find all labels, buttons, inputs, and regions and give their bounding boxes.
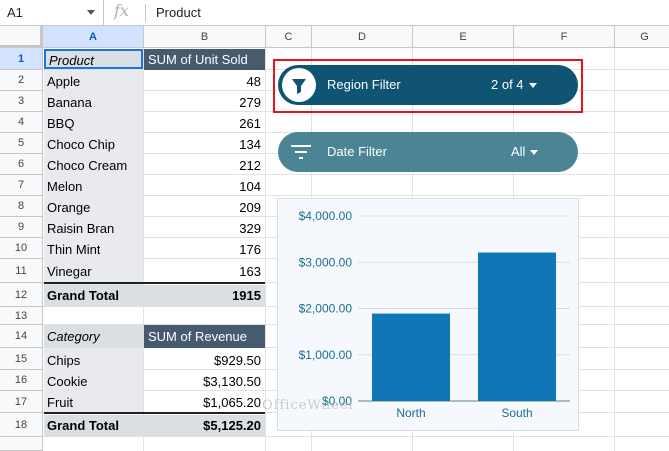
row-header-7[interactable]: 7	[0, 175, 43, 196]
pivot2-row-label[interactable]: Fruit	[47, 395, 73, 410]
pivot2-total-value[interactable]: $5,125.20	[144, 418, 261, 433]
select-all-corner[interactable]	[0, 26, 43, 48]
row-header-19[interactable]	[0, 437, 43, 451]
bar-south[interactable]	[478, 252, 556, 401]
revenue-chart[interactable]: $0.00 $1,000.00 $2,000.00 $3,000.00 $4,000.0…	[277, 198, 579, 431]
row-header-3[interactable]: 3	[0, 91, 43, 112]
pivot1-row-label[interactable]: Choco Cream	[47, 158, 127, 173]
pivot2-header-sum[interactable]: SUM of Revenue	[144, 325, 265, 348]
pivot2-total-label[interactable]: Grand Total	[47, 418, 119, 433]
column-header-a[interactable]: A	[43, 26, 144, 48]
spreadsheet-window: A1 fx Product A B C D E F G 1 2 3 4 5 6 …	[0, 0, 669, 451]
row-header-11[interactable]: 11	[0, 259, 43, 283]
pivot1-row-value[interactable]: 163	[144, 264, 261, 279]
pivot1-row-label[interactable]: Banana	[47, 95, 92, 110]
pivot1-row-label[interactable]: Orange	[47, 200, 90, 215]
row-header-2[interactable]: 2	[0, 70, 43, 91]
row-header-13[interactable]: 13	[0, 307, 43, 325]
row-header-5[interactable]: 5	[0, 133, 43, 154]
column-header-g[interactable]: G	[615, 26, 669, 48]
pivot1-row-value[interactable]: 212	[144, 158, 261, 173]
grid-line	[43, 436, 669, 437]
row-header-14[interactable]: 14	[0, 325, 43, 348]
pivot1-header-sum[interactable]: SUM of Unit Sold	[144, 49, 265, 70]
chevron-down-icon[interactable]	[87, 10, 95, 15]
pivot1-total-rule	[44, 282, 265, 284]
date-filter-value-text: All	[511, 144, 526, 159]
row-header-10[interactable]: 10	[0, 238, 43, 259]
pivot1-row-value[interactable]: 134	[144, 137, 261, 152]
pivot1-row-label[interactable]: Raisin Bran	[47, 221, 114, 236]
pivot1-total-value[interactable]: 1915	[144, 288, 261, 303]
column-header-b[interactable]: B	[144, 26, 266, 48]
formula-input[interactable]: Product	[156, 5, 201, 20]
pivot2-row-value[interactable]: $3,130.50	[144, 374, 261, 389]
pivot2-total-rule	[44, 412, 265, 414]
y-tick-label: $1,000.00	[299, 348, 353, 362]
pivot1-row-label[interactable]: Apple	[47, 74, 80, 89]
formula-separator	[145, 4, 146, 22]
column-header-c[interactable]: C	[266, 26, 312, 48]
formula-bar: A1 fx Product	[0, 0, 669, 26]
row-header-18[interactable]: 18	[0, 413, 43, 437]
x-category-label: South	[501, 406, 532, 420]
chevron-down-icon	[530, 150, 539, 156]
fx-icon: fx	[114, 1, 129, 20]
y-tick-label: $2,000.00	[299, 302, 353, 316]
watermark: OfficeWheel	[262, 398, 354, 413]
row-header-12[interactable]: 12	[0, 283, 43, 307]
pivot1-row-value[interactable]: 104	[144, 179, 261, 194]
row-header-8[interactable]: 8	[0, 196, 43, 217]
y-tick-label: $3,000.00	[299, 255, 353, 269]
highlight-box	[273, 59, 583, 113]
row-header-16[interactable]: 16	[0, 370, 43, 391]
column-header-d[interactable]: D	[312, 26, 413, 48]
pivot1-row-label[interactable]: BBQ	[47, 116, 74, 131]
bar-north[interactable]	[372, 313, 450, 401]
row-header-4[interactable]: 4	[0, 112, 43, 133]
row-header-1[interactable]: 1	[0, 48, 43, 70]
pivot1-row-label[interactable]: Melon	[47, 179, 82, 194]
date-filter-label: Date Filter	[327, 144, 387, 159]
date-filter-value[interactable]: All	[511, 144, 539, 159]
name-box-value: A1	[7, 5, 23, 20]
pivot1-row-value[interactable]: 209	[144, 200, 261, 215]
pivot2-row-label[interactable]: Chips	[47, 353, 80, 368]
row-header-15[interactable]: 15	[0, 348, 43, 370]
pivot1-row-value[interactable]: 279	[144, 95, 261, 110]
row-header-6[interactable]: 6	[0, 154, 43, 175]
column-header-e[interactable]: E	[413, 26, 514, 48]
pivot2-row-value[interactable]: $929.50	[144, 353, 261, 368]
filter-lines-icon	[290, 144, 312, 160]
pivot1-row-value[interactable]: 329	[144, 221, 261, 236]
name-box[interactable]: A1	[0, 0, 104, 26]
pivot1-total-label[interactable]: Grand Total	[47, 288, 119, 303]
x-category-label: North	[396, 406, 425, 420]
pivot2-header-category[interactable]: Category	[44, 325, 144, 348]
pivot2-row-label[interactable]: Cookie	[47, 374, 87, 389]
pivot1-row-label[interactable]: Vinegar	[47, 264, 92, 279]
pivot1-row-label[interactable]: Choco Chip	[47, 137, 115, 152]
pivot1-row-value[interactable]: 48	[144, 74, 261, 89]
y-tick-label: $4,000.00	[299, 209, 353, 223]
column-header-f[interactable]: F	[514, 26, 615, 48]
pivot1-header-product[interactable]: Product	[44, 49, 143, 69]
row-header-9[interactable]: 9	[0, 217, 43, 238]
pivot1-row-label[interactable]: Thin Mint	[47, 242, 100, 257]
pivot2-row-value[interactable]: $1,065.20	[144, 395, 261, 410]
date-filter-slicer[interactable]: Date Filter All	[278, 132, 578, 172]
pivot1-row-value[interactable]: 176	[144, 242, 261, 257]
row-header-17[interactable]: 17	[0, 391, 43, 413]
pivot1-row-value[interactable]: 261	[144, 116, 261, 131]
